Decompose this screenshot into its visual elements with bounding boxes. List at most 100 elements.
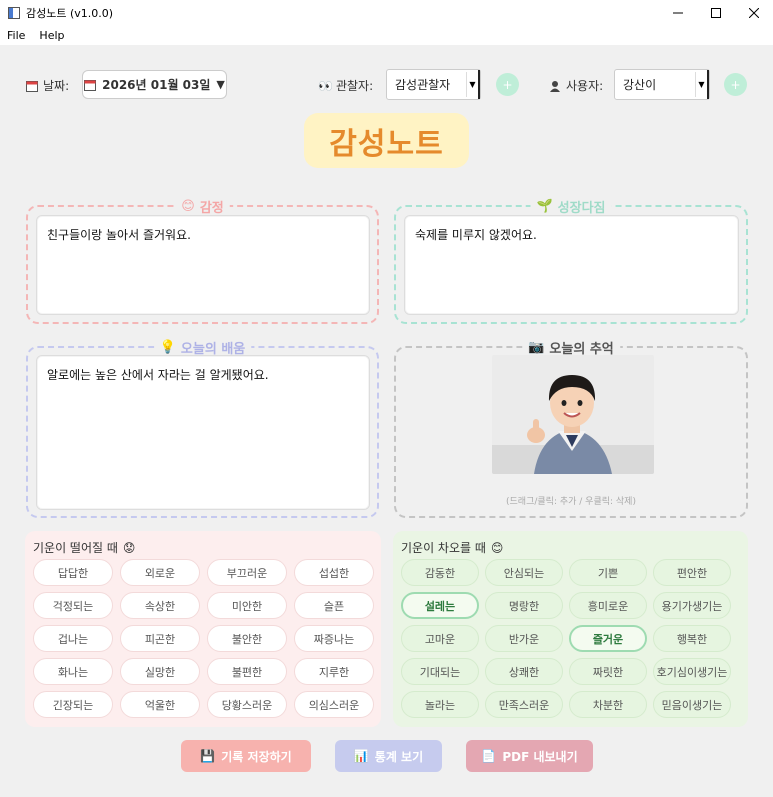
mood-chip[interactable]: 의심스러운 xyxy=(294,691,374,718)
mood-chip[interactable]: 슬픈 xyxy=(294,592,374,619)
memory-section: 📷 오늘의 추억 (드래그/클릭: 추가 / 우클릭: 삭제) xyxy=(394,338,748,518)
mood-chip[interactable]: 섭섭한 xyxy=(294,559,374,586)
minimize-button[interactable] xyxy=(659,0,697,26)
mood-chip[interactable]: 당황스러운 xyxy=(207,691,287,718)
document-icon: 📄 xyxy=(481,749,497,763)
mood-chip[interactable]: 편안한 xyxy=(653,559,731,586)
date-label-group: 날짜: xyxy=(26,77,69,94)
combo-arrow-icon: ▼ xyxy=(695,70,709,99)
eyes-icon: 👀 xyxy=(318,78,333,93)
dropdown-arrow-icon: ▼ xyxy=(216,78,225,91)
mood-chip[interactable]: 실망한 xyxy=(120,658,200,685)
app-logo: 감성노트 xyxy=(304,113,469,168)
add-user-button[interactable]: + xyxy=(724,73,747,96)
calendar-icon xyxy=(84,79,97,91)
calendar-icon xyxy=(26,80,38,92)
sad-face-icon: 😟 xyxy=(122,540,136,555)
mood-chip[interactable]: 행복한 xyxy=(653,625,731,652)
title-bar: 감성노트 (v1.0.0) xyxy=(0,0,773,26)
mood-chip[interactable]: 피곤한 xyxy=(120,625,200,652)
mood-chip[interactable]: 속상한 xyxy=(120,592,200,619)
mood-chip[interactable]: 지루한 xyxy=(294,658,374,685)
mood-chip[interactable]: 외로운 xyxy=(120,559,200,586)
mood-chip[interactable]: 설레는 xyxy=(401,592,479,619)
learning-section: 💡 오늘의 배움 알로에는 높은 산에서 자라는 걸 알게됐어요. xyxy=(26,338,379,518)
mood-chip[interactable]: 미안한 xyxy=(207,592,287,619)
close-icon xyxy=(749,8,759,18)
close-button[interactable] xyxy=(735,0,773,26)
mood-chip[interactable]: 호기심이생기는 xyxy=(653,658,731,685)
mood-chip[interactable]: 감동한 xyxy=(401,559,479,586)
high-mood-panel: 기운이 차오를 때 😊 감동한 안심되는 기쁜 편안한설레는 명랑한 흥미로운 용기가생기는… xyxy=(393,531,748,727)
mood-chip[interactable]: 불편한 xyxy=(207,658,287,685)
mood-chip[interactable]: 불안한 xyxy=(207,625,287,652)
mood-chip[interactable]: 고마운 xyxy=(401,625,479,652)
emotion-section: 😊 감정 친구들이랑 놀아서 즐거워요. xyxy=(26,197,379,324)
minimize-icon xyxy=(673,12,683,14)
sprout-icon: 🌱 xyxy=(536,199,553,214)
mood-chip[interactable]: 긴장되는 xyxy=(33,691,113,718)
mood-chip[interactable]: 부끄러운 xyxy=(207,559,287,586)
low-mood-title: 기운이 떨어질 때 😟 xyxy=(33,539,135,556)
mood-chip[interactable]: 명랑한 xyxy=(485,592,563,619)
date-label: 날짜: xyxy=(43,79,70,93)
user-select[interactable]: 강산이 ▼ xyxy=(614,69,710,100)
export-pdf-label: PDF 내보내기 xyxy=(502,749,578,764)
growth-section: 🌱 성장다짐 숙제를 미루지 않겠어요. xyxy=(394,197,748,324)
mood-chip[interactable]: 만족스러운 xyxy=(485,691,563,718)
user-icon xyxy=(550,80,560,92)
mood-chip[interactable]: 걱정되는 xyxy=(33,592,113,619)
observer-label-group: 👀 관찰자: xyxy=(318,77,373,94)
mood-chip[interactable]: 짜증나는 xyxy=(294,625,374,652)
stats-button[interactable]: 📊 통계 보기 xyxy=(335,740,442,772)
mood-chip[interactable]: 억울한 xyxy=(120,691,200,718)
growth-title: 🌱 성장다짐 xyxy=(530,197,612,216)
camera-icon: 📷 xyxy=(528,340,545,355)
observer-select[interactable]: 감성관찰자 ▼ xyxy=(386,69,481,100)
mood-chip[interactable]: 즐거운 xyxy=(569,625,647,652)
mood-chip[interactable]: 용기가생기는 xyxy=(653,592,731,619)
mood-chip[interactable]: 짜릿한 xyxy=(569,658,647,685)
date-picker-button[interactable]: 2026년 01월 03일 ▼ xyxy=(82,70,227,99)
mood-chip[interactable]: 반가운 xyxy=(485,625,563,652)
floppy-disk-icon: 💾 xyxy=(200,749,216,763)
lightbulb-icon: 💡 xyxy=(159,340,176,355)
window-title: 감성노트 (v1.0.0) xyxy=(26,7,114,20)
save-record-button[interactable]: 💾 기록 저장하기 xyxy=(181,740,311,772)
growth-title-text: 성장다짐 xyxy=(557,201,606,216)
mood-chip[interactable]: 안심되는 xyxy=(485,559,563,586)
bar-chart-icon: 📊 xyxy=(353,749,369,763)
maximize-icon xyxy=(711,8,721,18)
user-value: 강산이 xyxy=(623,78,657,92)
user-label-group: 사용자: xyxy=(549,77,603,94)
mood-chip[interactable]: 답답한 xyxy=(33,559,113,586)
emotion-textarea[interactable]: 친구들이랑 놀아서 즐거워요. xyxy=(36,215,370,315)
high-mood-title-text: 기운이 차오를 때 xyxy=(401,541,486,555)
add-observer-button[interactable]: + xyxy=(496,73,519,96)
child-photo-image xyxy=(492,355,654,474)
mood-chip[interactable]: 흥미로운 xyxy=(569,592,647,619)
emotion-title-text: 감정 xyxy=(199,201,224,216)
high-mood-title: 기운이 차오를 때 😊 xyxy=(401,539,503,556)
mood-chip[interactable]: 기쁜 xyxy=(569,559,647,586)
maximize-button[interactable] xyxy=(697,0,735,26)
menu-file[interactable]: File xyxy=(0,29,32,42)
learning-textarea[interactable]: 알로에는 높은 산에서 자라는 걸 알게됐어요. xyxy=(36,355,370,510)
mood-chip[interactable]: 놀라는 xyxy=(401,691,479,718)
observer-value: 감성관찰자 xyxy=(395,78,451,92)
memory-photo[interactable] xyxy=(492,355,654,474)
mood-chip[interactable]: 믿음이생기는 xyxy=(653,691,731,718)
growth-textarea[interactable]: 숙제를 미루지 않겠어요. xyxy=(404,215,739,315)
emotion-title: 😊 감정 xyxy=(175,197,230,216)
mood-chip[interactable]: 화나는 xyxy=(33,658,113,685)
export-pdf-button[interactable]: 📄 PDF 내보내기 xyxy=(466,740,593,772)
mood-chip[interactable]: 기대되는 xyxy=(401,658,479,685)
user-label: 사용자: xyxy=(566,79,604,93)
mood-chip[interactable]: 차분한 xyxy=(569,691,647,718)
mood-chip[interactable]: 상쾌한 xyxy=(485,658,563,685)
mood-chip[interactable]: 겁나는 xyxy=(33,625,113,652)
low-mood-panel: 기운이 떨어질 때 😟 답답한 외로운 부끄러운 섭섭한걱정되는 속상한 미안한 슬픈겁나는… xyxy=(25,531,381,727)
save-record-label: 기록 저장하기 xyxy=(221,749,292,764)
combo-arrow-icon: ▼ xyxy=(466,70,480,99)
menu-help[interactable]: Help xyxy=(32,29,71,42)
